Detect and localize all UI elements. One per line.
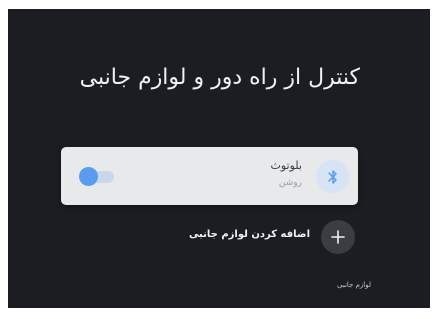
bluetooth-label: بلوتوث — [270, 159, 303, 172]
bluetooth-toggle-card[interactable]: بلوتوث روشن — [61, 147, 358, 205]
accessories-section-label: لوازم جانبی — [337, 281, 371, 289]
add-accessory-button[interactable]: اضافه کردن لوازم جانبی — [189, 220, 358, 254]
plus-icon — [321, 220, 355, 254]
bluetooth-switch[interactable] — [79, 167, 114, 186]
bluetooth-switch-knob — [79, 167, 98, 186]
add-accessory-label: اضافه کردن لوازم جانبی — [188, 229, 310, 240]
screen-frame: کنترل از راه دور و لوازم جانبی بلوتوث رو… — [0, 0, 438, 319]
page-title: کنترل از راه دور و لوازم جانبی — [79, 65, 360, 90]
tv-settings-panel: کنترل از راه دور و لوازم جانبی بلوتوث رو… — [8, 9, 430, 308]
bluetooth-icon — [316, 160, 349, 193]
bluetooth-status: روشن — [278, 178, 302, 188]
